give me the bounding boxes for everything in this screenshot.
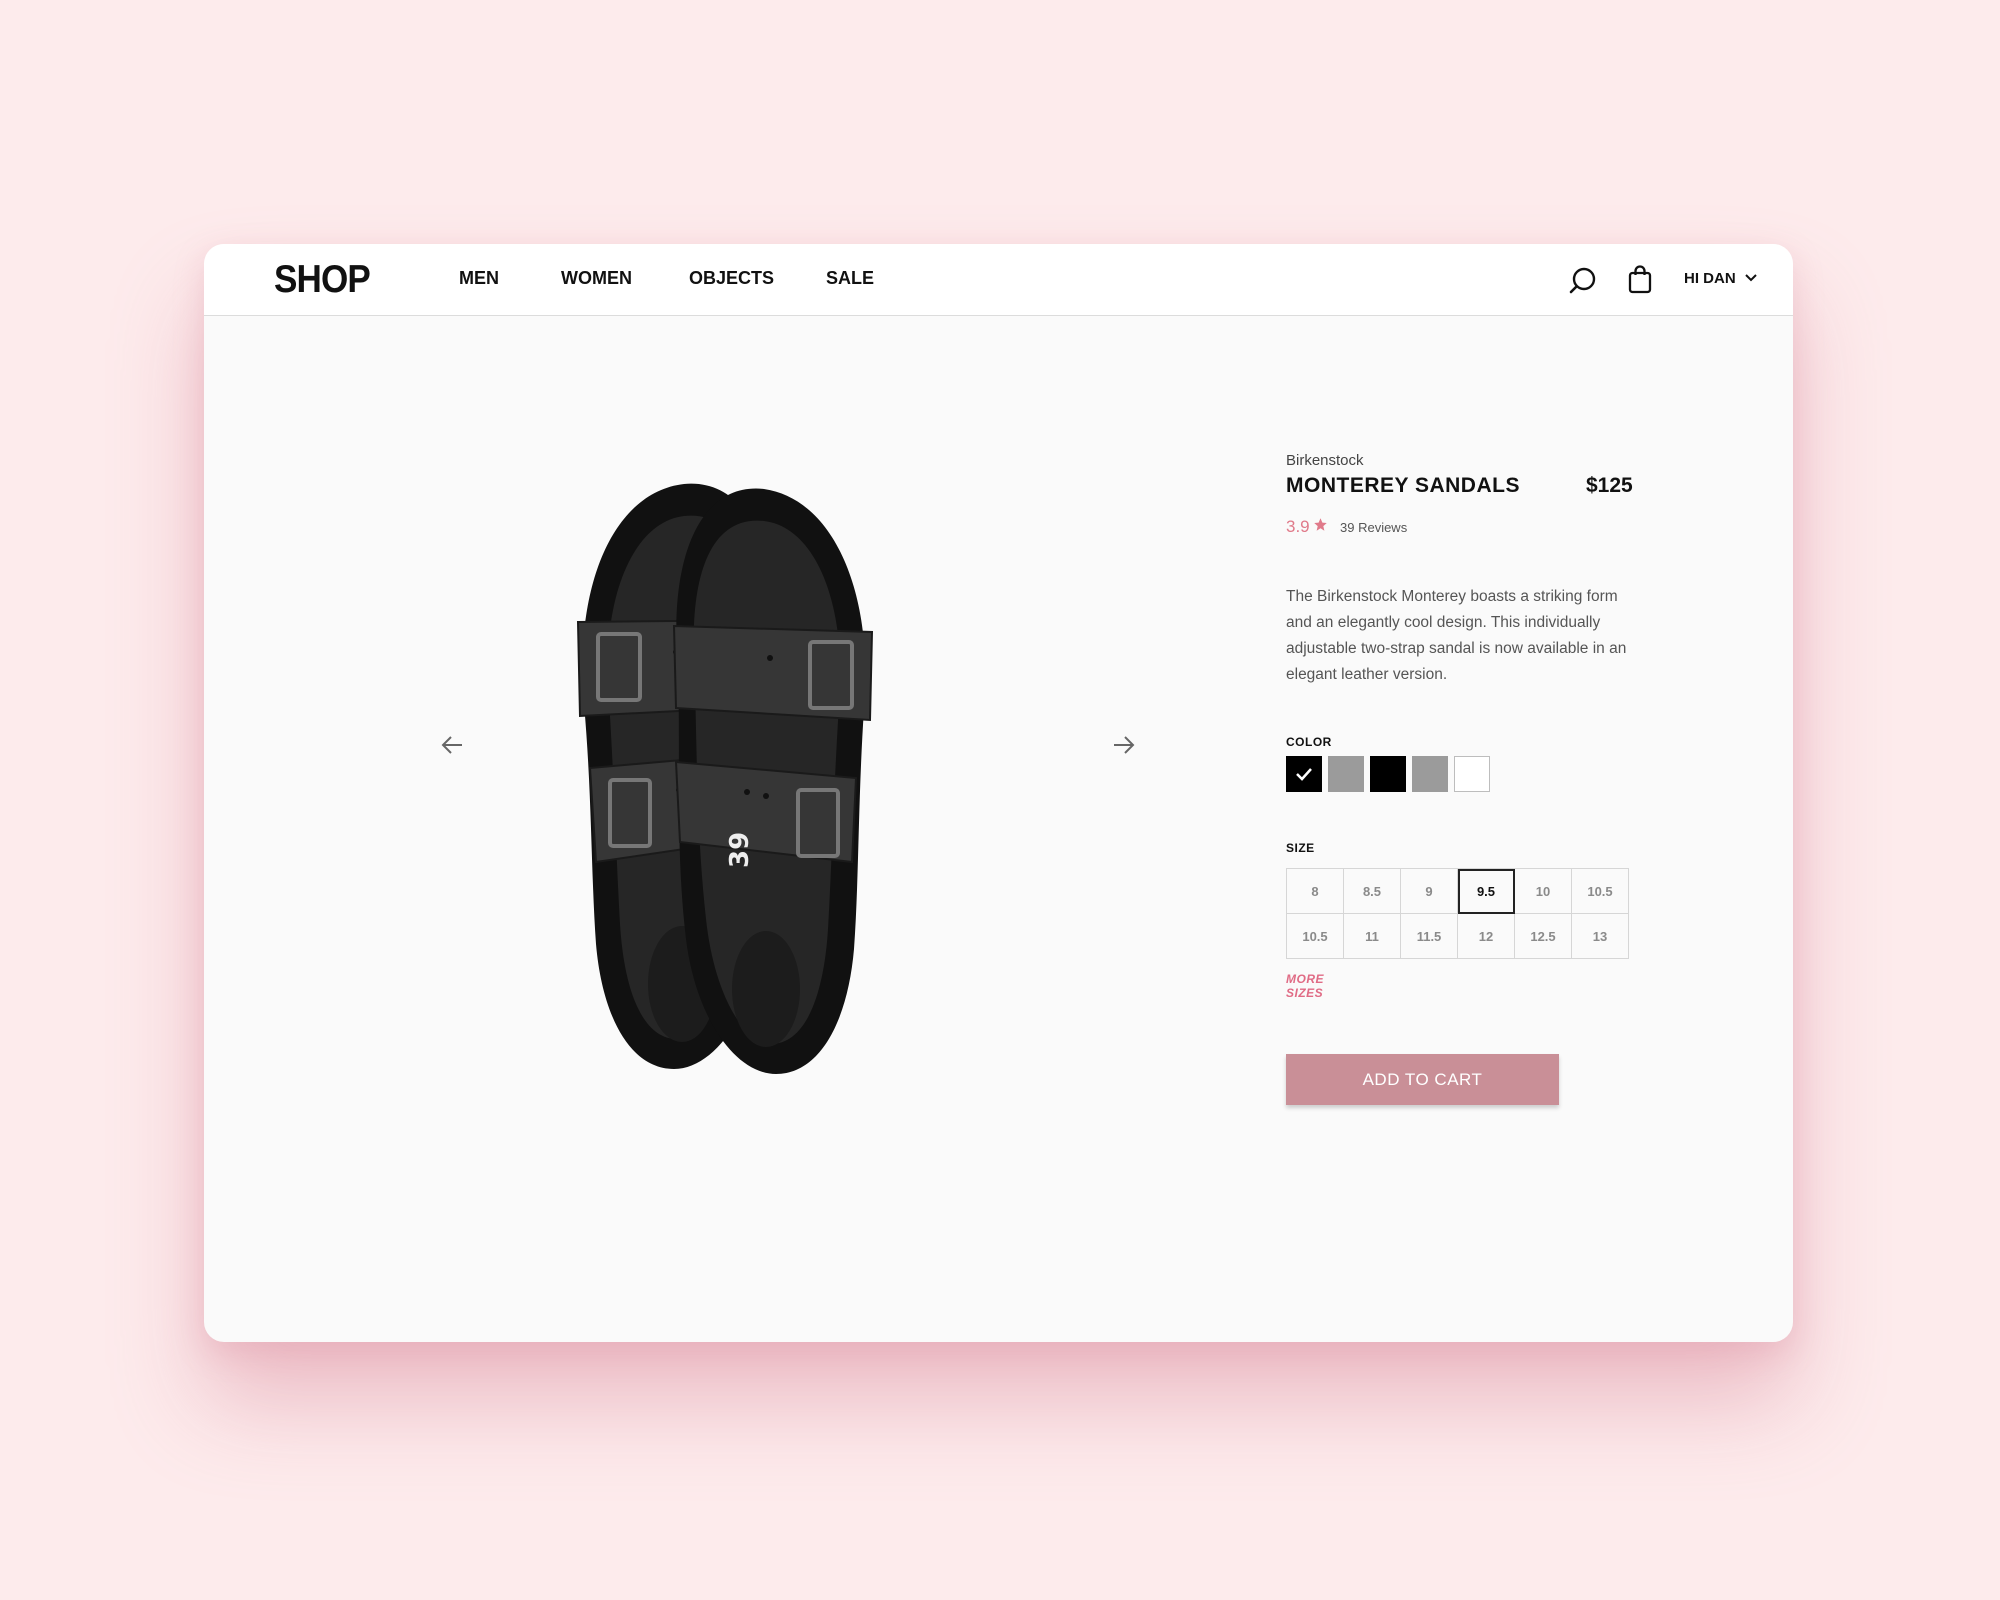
color-swatches bbox=[1286, 756, 1490, 792]
search-icon[interactable] bbox=[1568, 266, 1598, 301]
svg-text:39: 39 bbox=[725, 832, 755, 868]
color-swatch[interactable] bbox=[1370, 756, 1406, 792]
more-sizes-link[interactable]: MORE SIZES bbox=[1286, 972, 1324, 1000]
color-swatch[interactable] bbox=[1412, 756, 1448, 792]
rating-value: 3.9 bbox=[1286, 517, 1310, 536]
product-name: MONTEREY SANDALS bbox=[1286, 474, 1520, 497]
size-option[interactable]: 12.5 bbox=[1515, 914, 1572, 959]
size-option[interactable]: 11.5 bbox=[1401, 914, 1458, 959]
size-grid: 8 8.5 9 9.5 10 10.5 10.5 11 11.5 12 12.5 13 bbox=[1286, 868, 1629, 959]
nav-item-sale[interactable]: SALE bbox=[826, 268, 874, 289]
nav-item-men[interactable]: MEN bbox=[459, 268, 499, 289]
color-swatch[interactable] bbox=[1328, 756, 1364, 792]
size-option[interactable]: 8 bbox=[1287, 869, 1344, 914]
size-option[interactable]: 12 bbox=[1458, 914, 1515, 959]
size-option[interactable]: 10.5 bbox=[1287, 914, 1344, 959]
user-menu[interactable]: HI DAN bbox=[1684, 270, 1758, 287]
check-icon bbox=[1294, 765, 1314, 788]
star-icon bbox=[1313, 517, 1328, 537]
product-price: $125 bbox=[1586, 474, 1633, 497]
app-window: SHOP MEN WOMEN OBJECTS SALE HI DAN 39 Bi… bbox=[204, 244, 1793, 1342]
arrow-left-icon[interactable] bbox=[440, 734, 466, 761]
shop-logo[interactable]: SHOP bbox=[274, 258, 371, 302]
size-option[interactable]: 11 bbox=[1344, 914, 1401, 959]
arrow-right-icon[interactable] bbox=[1110, 734, 1136, 761]
product-description: The Birkenstock Monterey boasts a striki… bbox=[1286, 588, 1627, 683]
color-swatch[interactable] bbox=[1454, 756, 1490, 792]
size-option[interactable]: 10 bbox=[1515, 869, 1572, 914]
product-image-sandals: 39 39 bbox=[534, 444, 914, 1089]
chevron-down-icon bbox=[1744, 270, 1758, 287]
size-option[interactable]: 13 bbox=[1572, 914, 1629, 959]
nav-item-women[interactable]: WOMEN bbox=[561, 268, 632, 289]
color-label: COLOR bbox=[1286, 735, 1332, 749]
nav-item-objects[interactable]: OBJECTS bbox=[689, 268, 774, 289]
user-greeting: HI DAN bbox=[1684, 270, 1736, 287]
shopping-bag-icon[interactable] bbox=[1628, 265, 1652, 300]
right-sandal: 39 bbox=[672, 488, 874, 1074]
add-to-cart-button[interactable]: ADD TO CART bbox=[1286, 1054, 1559, 1105]
color-swatch[interactable] bbox=[1286, 756, 1322, 792]
size-option[interactable]: 10.5 bbox=[1572, 869, 1629, 914]
product-brand: Birkenstock bbox=[1286, 452, 1364, 469]
size-label: SIZE bbox=[1286, 841, 1315, 855]
reviews-link[interactable]: 39 Reviews bbox=[1340, 520, 1407, 535]
size-option[interactable]: 8.5 bbox=[1344, 869, 1401, 914]
top-navbar: SHOP MEN WOMEN OBJECTS SALE HI DAN bbox=[204, 244, 1793, 316]
size-option[interactable]: 9.5 bbox=[1458, 869, 1515, 914]
product-rating: 3.9 bbox=[1286, 517, 1328, 537]
size-option[interactable]: 9 bbox=[1401, 869, 1458, 914]
